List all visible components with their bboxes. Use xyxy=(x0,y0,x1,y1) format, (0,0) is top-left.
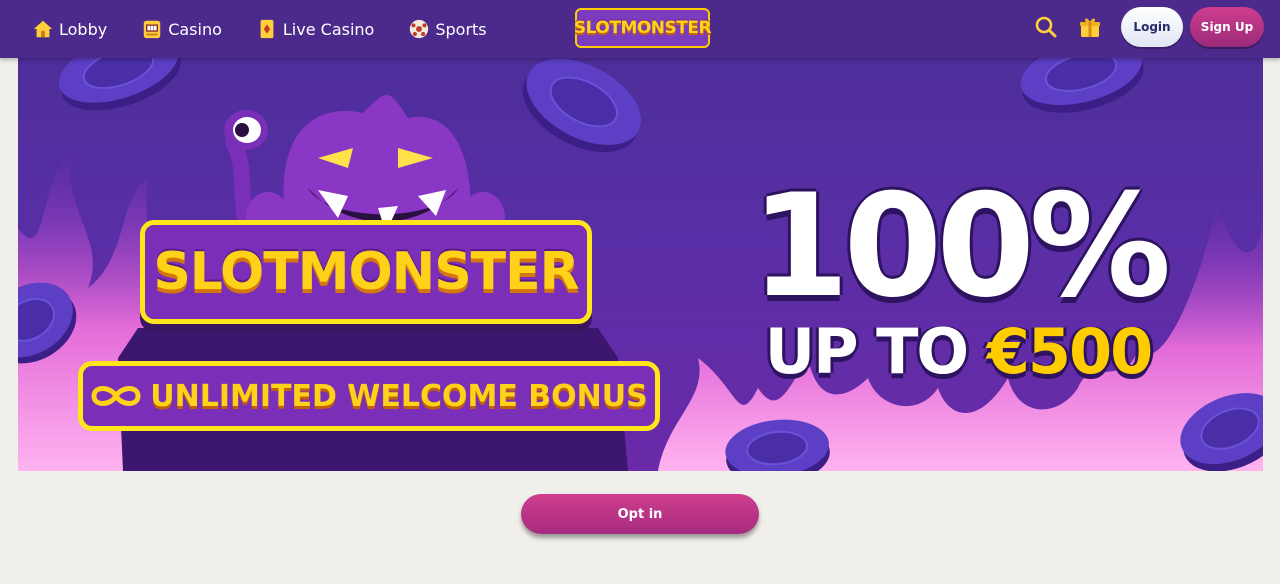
welcome-bonus-banner: SlotMonster UNLIMITED WELCOME BONUS 100%… xyxy=(18,58,1263,471)
slot-machine-icon xyxy=(143,20,161,39)
nav-item-live-casino[interactable]: Live Casino xyxy=(256,18,374,40)
banner-logo-text: SlotMonster xyxy=(153,242,579,302)
nav-item-label: Casino xyxy=(168,19,222,39)
playing-card-icon xyxy=(260,19,274,39)
bonus-percentage: 100% xyxy=(750,164,1172,329)
bonus-amount: €500 xyxy=(986,315,1154,388)
soccer-ball-icon xyxy=(410,19,429,39)
gift-button[interactable] xyxy=(1077,14,1103,40)
nav-item-sports[interactable]: Sports xyxy=(408,18,487,40)
welcome-bonus-pill: UNLIMITED WELCOME BONUS xyxy=(78,361,660,431)
gift-icon xyxy=(1080,18,1100,37)
bonus-amount-line: UP TO €500 xyxy=(678,314,1238,390)
top-navigation-bar: Lobby Casino Live Casino Sports SLOTMONS… xyxy=(0,0,1280,58)
home-icon xyxy=(33,20,53,38)
bonus-up-to-text: UP TO xyxy=(764,315,987,388)
nav-item-lobby[interactable]: Lobby xyxy=(32,18,107,40)
nav-item-label: Live Casino xyxy=(282,19,375,39)
login-button[interactable]: Login xyxy=(1121,7,1183,47)
opt-in-button[interactable]: Opt in xyxy=(521,494,759,534)
brand-logo-text: SlotMonster xyxy=(574,8,712,48)
search-button[interactable] xyxy=(1033,14,1059,40)
signup-button[interactable]: Sign Up xyxy=(1190,7,1264,47)
search-icon xyxy=(1035,16,1057,38)
welcome-bonus-text: UNLIMITED WELCOME BONUS xyxy=(150,378,648,414)
nav-item-label: Sports xyxy=(435,19,487,39)
brand-logo[interactable]: SlotMonster xyxy=(574,8,712,48)
main-nav: Lobby Casino Live Casino Sports xyxy=(32,18,521,40)
header-actions: Login Sign Up xyxy=(1033,7,1264,47)
infinity-icon xyxy=(91,386,141,406)
slotmonster-logo-plate: SlotMonster xyxy=(140,220,592,324)
nav-item-casino[interactable]: Casino xyxy=(141,18,222,40)
nav-item-label: Lobby xyxy=(59,19,108,39)
